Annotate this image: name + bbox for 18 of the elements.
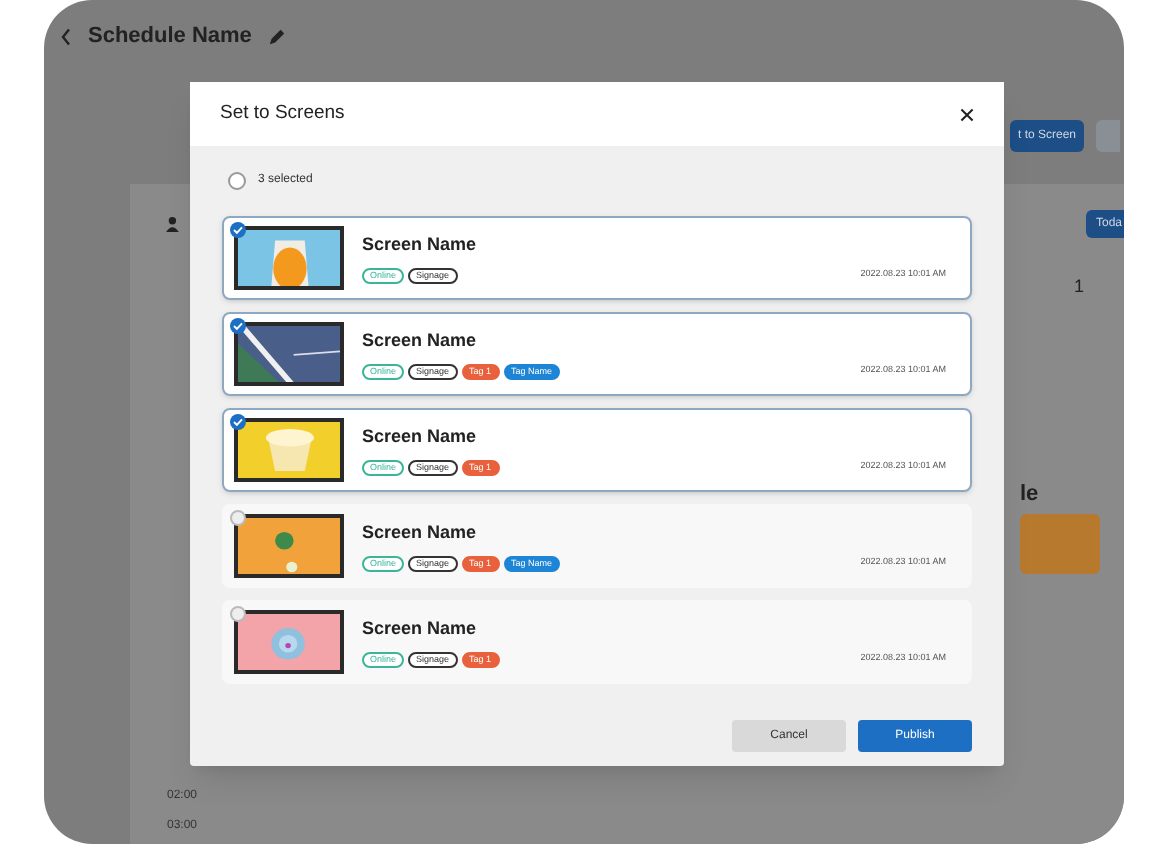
dialog-title: Set to Screens bbox=[220, 99, 345, 128]
pencil-icon[interactable] bbox=[267, 28, 286, 46]
event-thumbnail bbox=[1020, 514, 1100, 574]
close-icon[interactable] bbox=[960, 107, 974, 121]
select-all-radio[interactable] bbox=[228, 171, 246, 189]
schedule-title: Schedule Name bbox=[88, 22, 252, 53]
screen-name: Screen Name bbox=[362, 328, 479, 355]
screen-name: Screen Name bbox=[362, 520, 479, 547]
screen-name: Screen Name bbox=[362, 616, 479, 643]
back-icon[interactable] bbox=[60, 28, 72, 46]
checked-icon[interactable] bbox=[230, 414, 246, 430]
people-icon bbox=[166, 216, 182, 232]
screen-name: Screen Name bbox=[362, 232, 479, 259]
checked-icon[interactable] bbox=[230, 318, 246, 334]
screen-name: Screen Name bbox=[362, 424, 479, 451]
event-title: le bbox=[1020, 479, 1041, 509]
checked-icon[interactable] bbox=[230, 222, 246, 238]
day-number: 1 bbox=[1073, 274, 1084, 300]
